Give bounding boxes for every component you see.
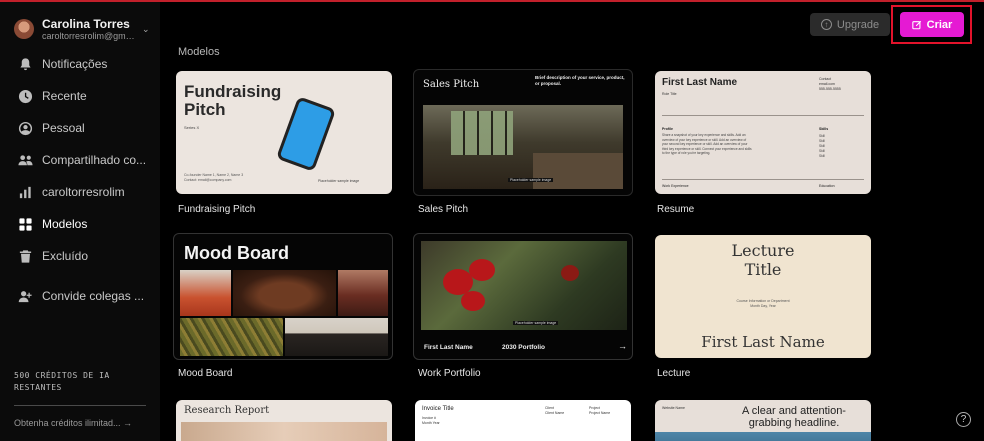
sidebar-item-deleted[interactable]: Excluído: [0, 240, 160, 272]
image-caption: Placeholder sample image: [513, 321, 559, 325]
mood-photo: [338, 270, 388, 316]
preview-title: Invoice Title: [422, 406, 454, 412]
report-photo: [181, 422, 387, 441]
mood-photo: [233, 270, 336, 316]
image-caption: Placeholder sample image: [318, 179, 360, 183]
image-caption: Placeholder sample image: [508, 178, 554, 182]
preview-name: First Last Name: [701, 333, 825, 351]
preview-description: Brief description of your service, produ…: [535, 75, 625, 86]
mood-photo: [180, 270, 231, 316]
bell-icon: [17, 56, 33, 72]
template-card-lecture[interactable]: Lecture Title Course Information or Depar…: [655, 235, 871, 358]
sidebar-item-personal[interactable]: Pessoal: [0, 112, 160, 144]
sidebar-item-invite[interactable]: Convide colegas ...: [0, 280, 160, 312]
mood-photo: [180, 318, 283, 356]
preview-meta: Course Information or Department Month Da…: [736, 299, 790, 308]
preview-title: Research Report: [184, 405, 270, 416]
template-card-mood-board[interactable]: Mood Board: [173, 233, 393, 360]
profile-menu[interactable]: Carolina Torres caroltorresrolim@gmail.c…: [14, 14, 154, 44]
template-card-invoice[interactable]: Invoice Title Invoice # Month Year Client…: [415, 400, 631, 441]
ai-credits-info: 500 CRÉDITOS DE IA RESTANTES: [14, 371, 110, 392]
flower-photo: Placeholder sample image: [421, 241, 627, 330]
preview-title: Mood Board: [184, 243, 289, 263]
template-card-research-report[interactable]: Research Report: [176, 400, 392, 441]
template-card-fundraising-pitch[interactable]: Fundraising Pitch Series X Co-founder Nam…: [176, 71, 392, 194]
preview-title: Fundraising Pitch: [184, 82, 282, 119]
sidebar: Carolina Torres caroltorresrolim@gmail.c…: [0, 2, 160, 441]
sidebar-nav: Notificações Recente Pessoal Compartilha…: [0, 48, 160, 312]
preview-subtitle: Role Title: [662, 92, 677, 96]
template-card-work-portfolio[interactable]: Placeholder sample image First Last Name…: [413, 233, 633, 360]
preview-headline: A clear and attention-grabbing headline.: [742, 405, 846, 429]
trash-icon: [17, 248, 33, 264]
sidebar-item-workspace[interactable]: caroltorresrolim: [0, 176, 160, 208]
bar-chart-icon: [17, 184, 33, 200]
template-label[interactable]: Resume: [657, 204, 694, 215]
edit-icon: [911, 20, 921, 29]
help-icon[interactable]: ?: [956, 412, 971, 427]
template-label[interactable]: Work Portfolio: [418, 368, 481, 379]
divider: [14, 405, 146, 406]
upgrade-button[interactable]: ↑ Upgrade: [810, 13, 890, 36]
landing-photo: [655, 432, 871, 441]
preview-subtitle: Series X: [184, 125, 200, 130]
mood-photo: [285, 318, 388, 356]
arrow-up-circle-icon: ↑: [820, 19, 832, 30]
sidebar-item-label: Recente: [42, 89, 87, 103]
get-unlimited-credits-link[interactable]: Obtenha créditos ilimitad... →: [14, 418, 154, 428]
sidebar-item-label: Excluído: [42, 249, 89, 263]
phone-illustration: [275, 96, 337, 172]
users-icon: [17, 152, 33, 168]
template-card-sales-pitch[interactable]: Sales Pitch Brief description of your se…: [413, 69, 633, 196]
clock-icon: [17, 88, 33, 104]
template-label[interactable]: Lecture: [657, 368, 690, 379]
sidebar-item-recent[interactable]: Recente: [0, 80, 160, 112]
profile-name: Carolina Torres: [42, 17, 130, 31]
template-card-landing-page[interactable]: Website Name A clear and attention-grabb…: [655, 400, 871, 441]
avatar: [14, 19, 34, 39]
user-plus-icon: [17, 288, 33, 304]
sidebar-item-label: Notificações: [42, 57, 108, 71]
kitchen-photo: [423, 105, 623, 189]
sidebar-item-shared[interactable]: Compartilhado co...: [0, 144, 160, 176]
user-circle-icon: [17, 120, 33, 136]
sidebar-item-label: Convide colegas ...: [42, 289, 145, 303]
preview-title: First Last Name: [662, 77, 738, 88]
sidebar-item-label: caroltorresrolim: [42, 185, 125, 199]
create-button[interactable]: Criar: [900, 12, 964, 37]
template-label[interactable]: Mood Board: [178, 368, 232, 379]
sidebar-item-templates[interactable]: Modelos: [0, 208, 160, 240]
grid-icon: [17, 216, 33, 232]
preview-footer: Co-founder Name 1, Name 2, Name 3 Contact…: [184, 173, 244, 182]
profile-email: caroltorresrolim@gmail.com: [42, 31, 138, 41]
arrow-right-icon: →: [618, 341, 627, 351]
template-label[interactable]: Sales Pitch: [418, 204, 468, 215]
template-label[interactable]: Fundraising Pitch: [178, 204, 255, 215]
chevron-down-icon: ⌄: [142, 23, 150, 34]
section-title: Modelos: [178, 46, 220, 58]
template-card-resume[interactable]: First Last Name Role Title Contact email…: [655, 71, 871, 194]
preview-title: Lecture Title: [731, 241, 795, 279]
preview-contact: Contact email.com 555-555-5555: [819, 77, 841, 91]
sidebar-item-label: Compartilhado co...: [42, 153, 147, 167]
sidebar-item-label: Pessoal: [42, 121, 85, 135]
sidebar-item-notifications[interactable]: Notificações: [0, 48, 160, 80]
preview-title: Sales Pitch: [423, 79, 480, 90]
sidebar-item-label: Modelos: [42, 217, 88, 231]
